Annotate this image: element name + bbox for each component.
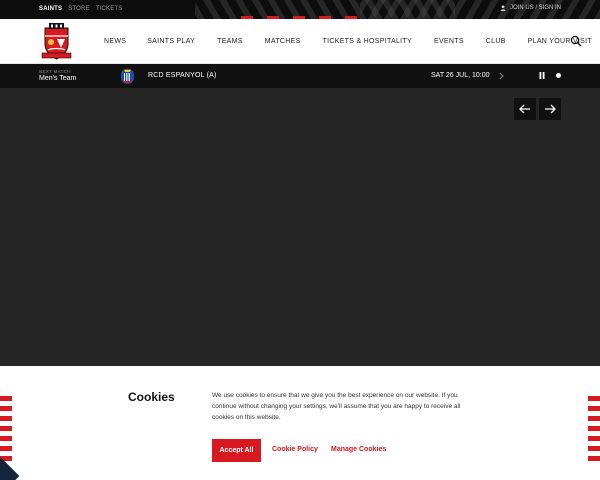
nav-item-plan-your-visit[interactable]: PLAN YOUR VISIT: [528, 38, 592, 45]
next-match-label: NEXT MATCH: [39, 69, 71, 74]
top-link-saints[interactable]: SAINTS: [39, 6, 62, 12]
decorative-stripes-left: [0, 396, 12, 461]
user-icon: [500, 5, 506, 11]
top-utility-bar: SAINTS STORE TICKETS JOIN US / SIGN IN: [0, 0, 600, 19]
top-link-store[interactable]: STORE: [68, 6, 90, 12]
espanyol-badge-icon: [121, 69, 134, 84]
hero-carousel: [0, 88, 600, 366]
manage-cookies-link[interactable]: Manage Cookies: [331, 446, 386, 453]
cookie-banner: Cookies We use cookies to ensure that we…: [0, 366, 600, 480]
search-icon[interactable]: [570, 35, 582, 47]
carousel-dot[interactable]: [556, 73, 561, 78]
cookie-policy-link[interactable]: Cookie Policy: [272, 446, 318, 453]
chevron-right-icon[interactable]: [498, 72, 505, 80]
opponent-name: RCD ESPANYOL (A): [148, 72, 217, 79]
decorative-stripes: [360, 0, 600, 19]
next-match-team: Men's Team: [39, 75, 77, 82]
arrow-left-icon: [519, 104, 530, 114]
accept-all-button[interactable]: Accept All: [212, 439, 261, 462]
arrow-right-icon: [545, 104, 556, 114]
nav-item-saints-play[interactable]: SAINTS PLAY: [147, 38, 195, 45]
nav-item-teams[interactable]: TEAMS: [217, 38, 243, 45]
account-link[interactable]: JOIN US / SIGN IN: [500, 5, 561, 11]
carousel-prev-button[interactable]: [514, 98, 536, 120]
next-match-bar[interactable]: NEXT MATCH Men's Team RCD ESPANYOL (A) S…: [0, 64, 600, 88]
nav-item-news[interactable]: NEWS: [104, 38, 126, 45]
cookie-text: We use cookies to ensure that we give yo…: [212, 392, 461, 421]
nav-item-events[interactable]: EVENTS: [434, 38, 464, 45]
nav-item-club[interactable]: CLUB: [486, 38, 506, 45]
nav-item-matches[interactable]: MATCHES: [265, 38, 301, 45]
carousel-next-button[interactable]: [539, 98, 561, 120]
match-date: SAT 26 JUL, 10:00: [431, 72, 490, 79]
top-link-tickets[interactable]: TICKETS: [96, 6, 123, 12]
crest-icon[interactable]: [40, 22, 73, 60]
decorative-stripes-right: [588, 396, 600, 461]
page: SAINTS STORE TICKETS JOIN US / SIGN IN N…: [0, 0, 600, 480]
nav-menu: NEWS SAINTS PLAY TEAMS MATCHES TICKETS &…: [104, 38, 600, 45]
main-nav: NEWS SAINTS PLAY TEAMS MATCHES TICKETS &…: [0, 19, 600, 64]
top-links: SAINTS STORE TICKETS: [39, 6, 123, 12]
account-label: JOIN US / SIGN IN: [509, 5, 561, 11]
cookie-title: Cookies: [128, 390, 175, 404]
nav-item-tickets-hospitality[interactable]: TICKETS & HOSPITALITY: [323, 38, 412, 45]
pause-icon[interactable]: [539, 72, 545, 79]
